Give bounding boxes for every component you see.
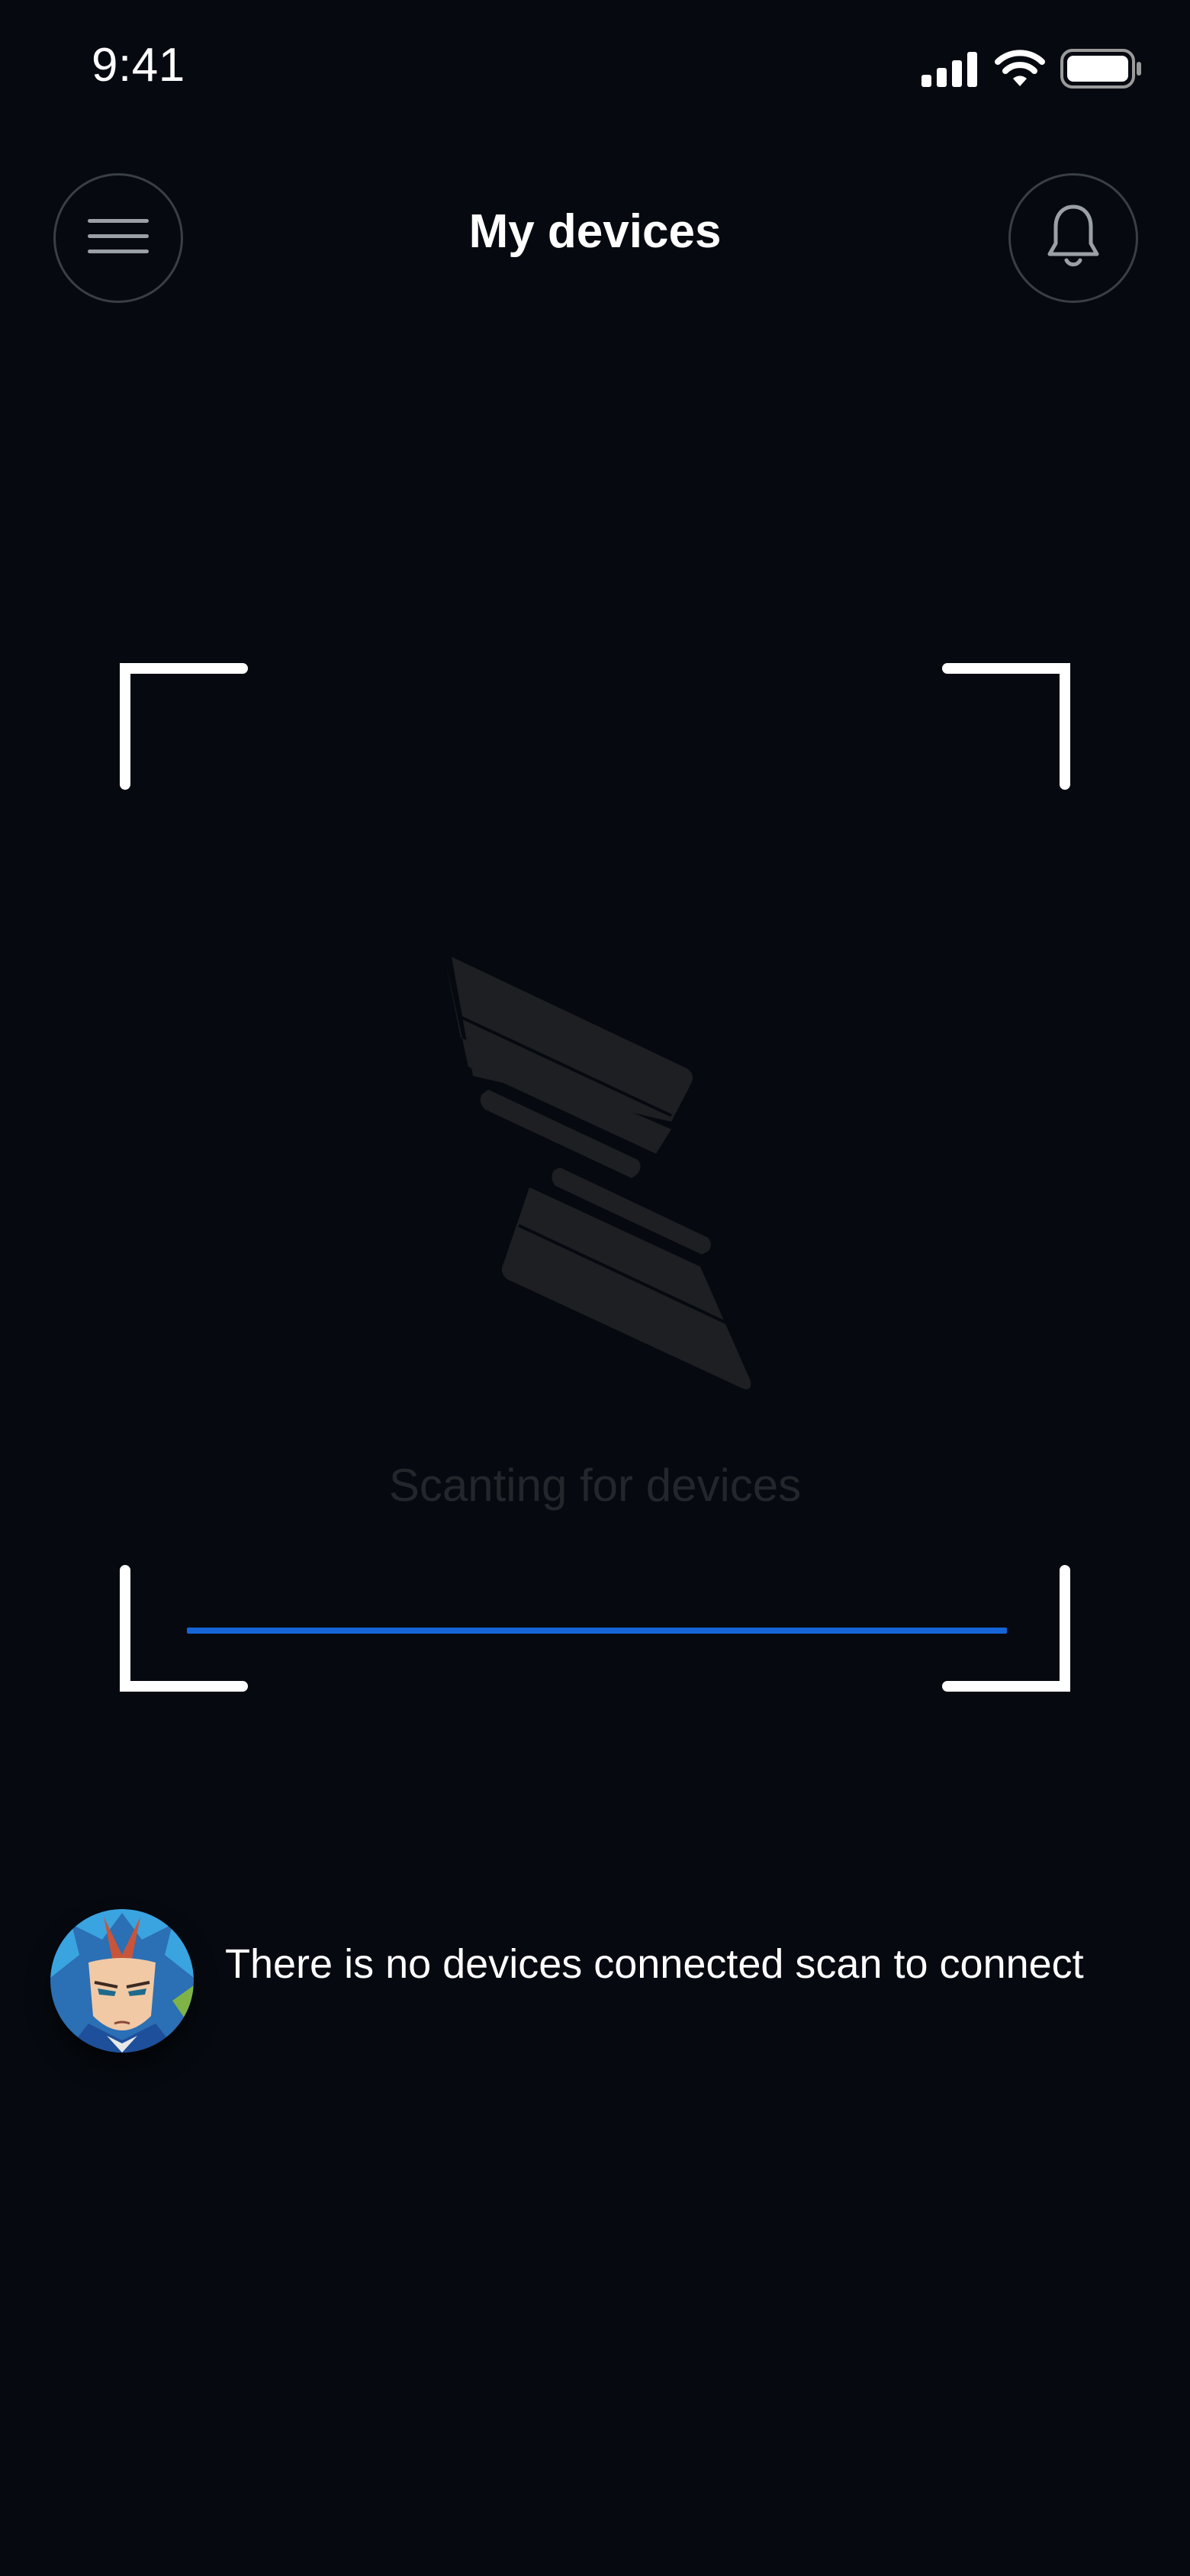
status-icons <box>921 49 1143 92</box>
status-time: 9:41 <box>92 39 185 92</box>
brand-logo-icon <box>445 957 751 1389</box>
no-devices-message: There is no devices connected scan to co… <box>225 1941 1084 1987</box>
user-avatar[interactable] <box>50 1909 194 2053</box>
notifications-button[interactable] <box>1008 173 1138 303</box>
wifi-icon <box>995 50 1045 92</box>
scan-corner-top-left <box>120 663 248 790</box>
scan-line <box>187 1628 1007 1634</box>
battery-icon <box>1060 49 1143 92</box>
scan-frame <box>120 663 1070 1692</box>
signal-icon <box>921 50 979 91</box>
scan-corner-top-right <box>942 663 1070 790</box>
bell-icon <box>1047 202 1100 275</box>
scan-status-text: Scanting for devices <box>388 1460 802 1511</box>
